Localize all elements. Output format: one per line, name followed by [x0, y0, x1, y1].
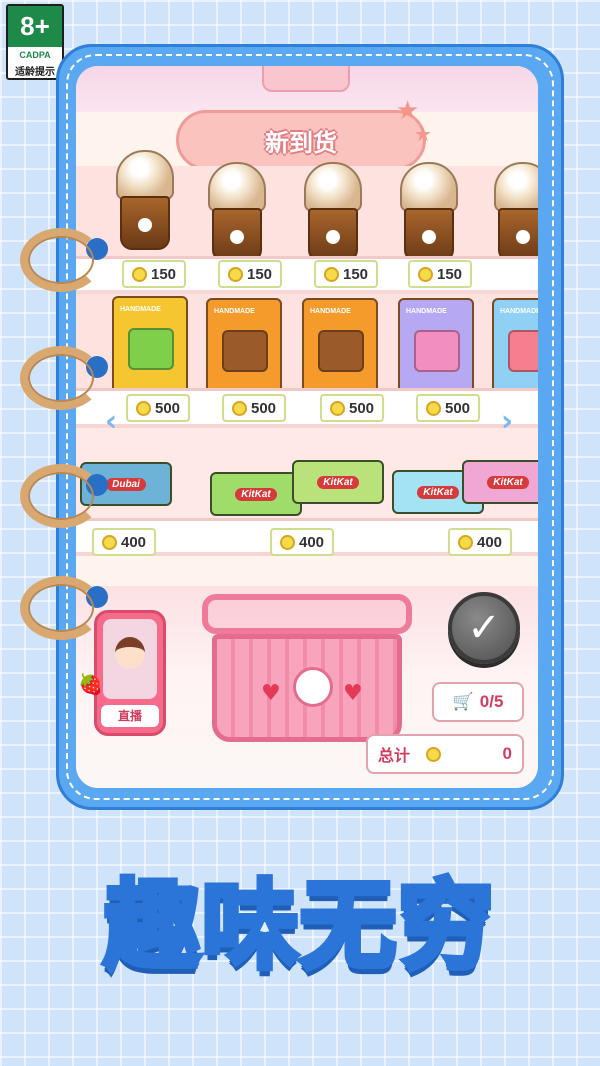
- streamer-face: [115, 637, 145, 669]
- new-arrivals-sign: 新到货: [176, 110, 426, 170]
- age-rating: 8+: [8, 6, 62, 47]
- chocolate-bar[interactable]: KitKat: [462, 460, 538, 504]
- price-value: 150: [342, 265, 369, 283]
- price-value: 150: [436, 265, 463, 283]
- streamer-avatar: [103, 619, 157, 699]
- price-tag: 150: [122, 260, 186, 288]
- cart-count-display: 🛒 0/5: [432, 682, 524, 722]
- game-screen: 新到货 ★ ★ 150 150 150 150 HANDMADE HANDMAD…: [76, 66, 538, 788]
- price-value: 500: [444, 399, 471, 417]
- binder-ring: [20, 576, 102, 640]
- total-label: 总计: [378, 746, 411, 765]
- star-icon: ★: [414, 122, 432, 146]
- confirm-button[interactable]: ✓: [448, 592, 520, 664]
- total-display: 总计 0: [366, 734, 524, 774]
- dessert-cup[interactable]: [300, 162, 366, 266]
- dessert-cup[interactable]: [490, 162, 538, 266]
- coin-icon: [135, 400, 151, 416]
- cart-count: 0/5: [479, 692, 504, 711]
- price-tag: 500: [320, 394, 384, 422]
- candy-bag[interactable]: HANDMADE: [492, 298, 538, 394]
- dessert-cup[interactable]: [396, 162, 462, 266]
- binder-ring: [20, 346, 102, 410]
- price-value: 500: [250, 399, 277, 417]
- chocolate-bar[interactable]: KitKat: [292, 460, 384, 504]
- live-stream-label: 直播: [101, 705, 159, 727]
- binder-ring: [20, 464, 102, 528]
- check-icon: ✓: [467, 605, 501, 651]
- candy-bag[interactable]: HANDMADE: [206, 298, 282, 394]
- price-tag: 500: [222, 394, 286, 422]
- slogan-title: 趣味无穷: [101, 867, 497, 985]
- bunny-icon: [293, 667, 333, 707]
- price-tag: 400: [92, 528, 156, 556]
- chocolate-bar[interactable]: KitKat: [210, 472, 302, 516]
- coin-icon: [231, 400, 247, 416]
- coin-icon: [457, 534, 473, 550]
- age-rating-note: 适龄提示: [15, 67, 55, 78]
- price-value: 400: [298, 533, 325, 551]
- new-arrivals-label: 新到货: [265, 128, 337, 157]
- coin-icon: [425, 400, 441, 416]
- cart-icon: 🛒: [452, 692, 474, 711]
- sign-post: [262, 66, 350, 92]
- total-value: 0: [502, 744, 512, 763]
- price-value: 500: [154, 399, 181, 417]
- price-value: 400: [476, 533, 503, 551]
- coin-icon: [417, 266, 433, 282]
- price-tag: 150: [408, 260, 472, 288]
- age-rating-org: CADPA: [19, 50, 51, 60]
- coin-icon: [323, 266, 339, 282]
- shopping-basket[interactable]: ♥ ♥: [202, 594, 412, 744]
- heart-icon: ♥: [261, 681, 281, 706]
- coin-icon: [101, 534, 117, 550]
- price-tag: 500: [416, 394, 480, 422]
- coin-icon: [426, 746, 442, 762]
- coin-icon: [131, 266, 147, 282]
- heart-icon: ♥: [343, 681, 363, 706]
- price-tag: 150: [314, 260, 378, 288]
- dessert-cup[interactable]: [112, 150, 178, 254]
- price-tag: 150: [218, 260, 282, 288]
- live-stream-button[interactable]: 直播: [94, 610, 166, 736]
- price-tag: 400: [448, 528, 512, 556]
- coin-icon: [279, 534, 295, 550]
- price-value: 150: [246, 265, 273, 283]
- age-rating-badge: 8+ CADPA 适龄提示: [6, 4, 64, 80]
- coin-icon: [329, 400, 345, 416]
- price-value: 500: [348, 399, 375, 417]
- strawberry-icon: 🍓: [78, 672, 103, 696]
- candy-bag[interactable]: HANDMADE: [398, 298, 474, 394]
- dessert-cup[interactable]: [204, 162, 270, 266]
- candy-bag[interactable]: HANDMADE: [112, 296, 188, 392]
- price-tag: 500: [126, 394, 190, 422]
- coin-icon: [227, 266, 243, 282]
- price-value: 400: [120, 533, 147, 551]
- candy-bag[interactable]: HANDMADE: [302, 298, 378, 394]
- price-tag: 400: [270, 528, 334, 556]
- price-value: 150: [150, 265, 177, 283]
- binder-ring: [20, 228, 102, 292]
